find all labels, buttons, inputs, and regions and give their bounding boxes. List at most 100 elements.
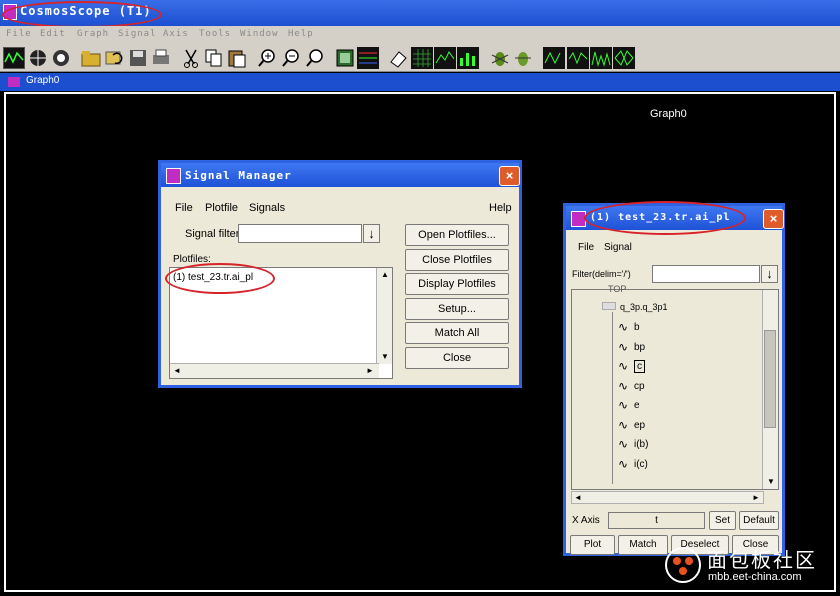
plotfiles-vertical-scrollbar[interactable]: ▲ ▼ [376, 268, 392, 364]
measure-alt-icon[interactable] [567, 47, 589, 69]
chart-wave-icon[interactable] [434, 47, 456, 69]
waveform-icon: ∿ [618, 417, 629, 432]
signal-label: b [634, 322, 640, 333]
pf-menu-file[interactable]: File [578, 242, 594, 253]
zoom-in-icon[interactable] [256, 47, 278, 69]
x-axis-set-button[interactable]: Set [709, 511, 736, 530]
highlight-oval-app-title [2, 1, 162, 28]
paste-icon[interactable] [226, 47, 248, 69]
target-icon[interactable] [50, 47, 72, 69]
setup-button[interactable]: Setup... [405, 298, 509, 320]
menu-signal[interactable]: Signal [118, 29, 157, 39]
match-button[interactable]: Match [618, 535, 668, 555]
tree-top-node[interactable]: TOP [608, 284, 626, 294]
print-icon[interactable] [150, 47, 172, 69]
scroll-right-icon[interactable]: ► [752, 493, 760, 502]
watermark-logo-icon [663, 545, 703, 585]
toolbar [0, 44, 840, 72]
spectrum-icon[interactable] [590, 47, 612, 69]
filter-input[interactable] [652, 265, 760, 283]
graph-window-title-bar [0, 73, 840, 91]
eraser-icon[interactable] [387, 47, 409, 69]
signal-manager-close-button[interactable]: Close [405, 347, 509, 369]
waveform-icon: ∿ [618, 339, 629, 354]
plotfile-window-close-icon[interactable]: × [763, 209, 784, 229]
chart-bars-icon[interactable] [457, 47, 479, 69]
tree-folder-icon [602, 302, 616, 310]
zoom-fit-icon[interactable] [304, 47, 326, 69]
menu-graph[interactable]: Graph [77, 29, 109, 39]
signal-manager-dialog: Signal Manager × File Plotfile Signals H… [158, 160, 522, 388]
scroll-left-icon[interactable]: ◄ [574, 493, 582, 502]
scroll-right-icon[interactable]: ► [366, 366, 374, 375]
filter-apply-icon[interactable]: ↓ [761, 265, 778, 283]
signal-tree-horizontal-scrollbar[interactable]: ◄ ► [571, 491, 764, 504]
menu-file[interactable]: File [6, 29, 32, 39]
sm-menu-help[interactable]: Help [489, 202, 512, 214]
open-plotfiles-button[interactable]: Open Plotfiles... [405, 224, 509, 246]
grid-icon[interactable] [411, 47, 433, 69]
signal-label: i(c) [634, 458, 648, 470]
plotfile-window: (1) test_23.tr.ai_pl × File Signal Filte… [563, 201, 785, 556]
measure-icon[interactable] [543, 47, 565, 69]
signal-tree[interactable]: TOP q_3p.q_3p1 ∿ b ∿ bp ∿ c ∿ cp ∿ e ∿ ep ∿ i(b) ∿ i(c)… [571, 284, 779, 490]
scroll-up-icon[interactable]: ▲ [381, 270, 389, 279]
reload-icon[interactable] [103, 47, 125, 69]
plot-button[interactable]: Plot [570, 535, 615, 555]
copy-icon[interactable] [203, 47, 225, 69]
plotfiles-horizontal-scrollbar[interactable]: ◄ ► [170, 363, 379, 378]
menu-axis[interactable]: Axis [163, 29, 189, 39]
scroll-thumb[interactable] [764, 330, 776, 428]
open-folder-icon[interactable] [80, 47, 102, 69]
waveform-icon: ∿ [618, 378, 629, 393]
menu-bar: File Edit Graph Signal Axis Tools Window… [0, 26, 840, 44]
cut-icon[interactable] [180, 47, 202, 69]
sm-menu-signals[interactable]: Signals [249, 202, 285, 214]
signal-label: c [634, 360, 645, 373]
signal-tree-vertical-scrollbar[interactable]: ▼ [762, 290, 778, 489]
bug-icon[interactable] [489, 47, 511, 69]
watermark-brand: 面包板社区 [707, 550, 817, 572]
eye-diagram-icon[interactable] [613, 47, 635, 69]
highlight-oval-plotfile [165, 263, 275, 294]
signal-manager-title: Signal Manager [185, 169, 292, 182]
pf-menu-signal[interactable]: Signal [604, 242, 632, 253]
menu-help[interactable]: Help [288, 29, 314, 39]
graph-window-title: Graph0 [26, 75, 60, 86]
menu-edit[interactable]: Edit [40, 29, 66, 39]
stack-icon[interactable] [334, 47, 356, 69]
save-icon[interactable] [127, 47, 149, 69]
display-plotfiles-button[interactable]: Display Plotfiles [405, 273, 509, 295]
scroll-left-icon[interactable]: ◄ [173, 366, 181, 375]
x-axis-default-button[interactable]: Default [739, 511, 779, 530]
sm-menu-plotfile[interactable]: Plotfile [205, 202, 238, 214]
filter-label: Filter(delim='/') [572, 269, 631, 279]
signal-filter-apply-icon[interactable]: ↓ [363, 224, 380, 243]
bug-alt-icon[interactable] [512, 47, 534, 69]
crosshair-icon[interactable] [27, 47, 49, 69]
signal-manager-close-icon[interactable]: × [499, 166, 520, 186]
menu-tools[interactable]: Tools [199, 29, 231, 39]
waveform-icon: ∿ [618, 398, 629, 412]
graph-window-icon [8, 77, 20, 87]
signal-filter-input[interactable] [238, 224, 362, 243]
signal-label: i(b) [634, 439, 649, 450]
waveform-icon: ∿ [618, 456, 629, 471]
match-all-button[interactable]: Match All [405, 322, 509, 344]
graph-label: Graph0 [650, 108, 687, 120]
signal-manager-logo-icon [166, 168, 181, 184]
close-plotfiles-button[interactable]: Close Plotfiles [405, 249, 509, 271]
scroll-down-icon[interactable]: ▼ [767, 477, 775, 486]
waveform-icon: ∿ [618, 359, 629, 373]
x-axis-input[interactable]: t [608, 512, 705, 529]
scroll-down-icon[interactable]: ▼ [381, 352, 389, 361]
plot-wave-icon[interactable] [3, 47, 25, 69]
waveform-icon: ∿ [618, 320, 629, 334]
signal-manager-title-bar: Signal Manager × [161, 163, 520, 187]
zoom-out-icon[interactable] [280, 47, 302, 69]
signal-label: e [634, 400, 640, 411]
multi-trace-icon[interactable] [357, 47, 379, 69]
tree-node[interactable]: q_3p.q_3p1 [620, 302, 668, 312]
sm-menu-file[interactable]: File [175, 202, 193, 214]
menu-window[interactable]: Window [240, 29, 279, 39]
